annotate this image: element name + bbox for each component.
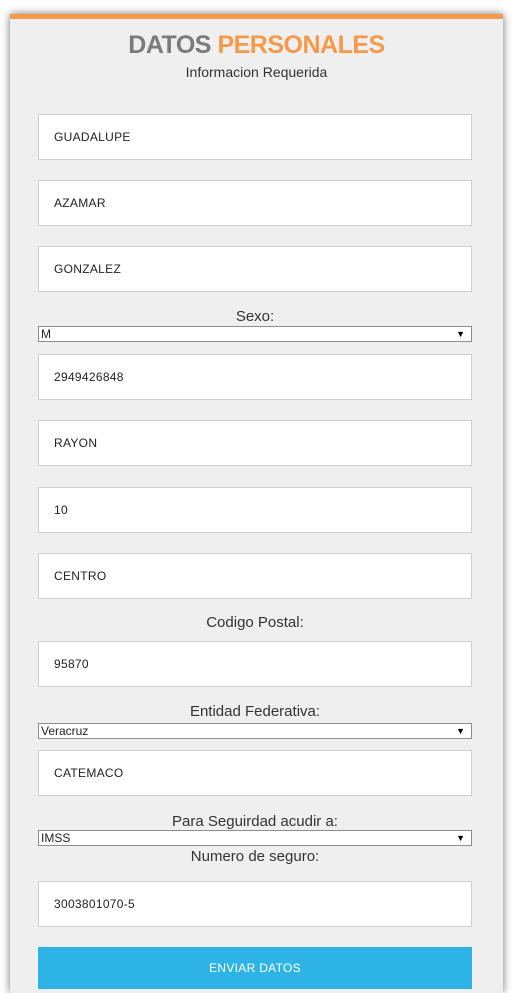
- seguridad-select-value: IMSS: [41, 831, 71, 845]
- enviar-datos-button[interactable]: ENVIAR DATOS: [38, 947, 472, 989]
- entidad-federativa-label: Entidad Federativa:: [189, 703, 321, 720]
- triangle-down-icon: ▼: [456, 833, 465, 843]
- codigo-postal-field[interactable]: 95870: [38, 641, 472, 687]
- seguridad-select[interactable]: IMSS ▼: [38, 830, 472, 846]
- seguridad-label: Para Seguirdad acudir a:: [172, 813, 338, 830]
- title-word-datos: DATOS: [128, 31, 211, 59]
- nombre-field[interactable]: GUADALUPE: [38, 114, 472, 160]
- sexo-select-value: M: [41, 327, 51, 341]
- numero-seguro-label: Numero de seguro:: [190, 848, 320, 865]
- codigo-postal-label: Codigo Postal:: [206, 614, 304, 631]
- telefono-field[interactable]: 2949426848: [38, 354, 472, 400]
- apellido-paterno-field[interactable]: AZAMAR: [38, 180, 472, 226]
- calle-field[interactable]: RAYON: [38, 420, 472, 466]
- entidad-federativa-select[interactable]: Veracruz ▼: [38, 723, 472, 739]
- apellido-materno-field[interactable]: GONZALEZ: [38, 246, 472, 292]
- municipio-field[interactable]: CATEMACO: [38, 750, 472, 796]
- page-title: DATOS PERSONALES: [10, 31, 503, 60]
- numero-seguro-field[interactable]: 3003801070-5: [38, 881, 472, 927]
- title-word-personales: PERSONALES: [217, 31, 385, 59]
- triangle-down-icon: ▼: [456, 329, 465, 339]
- sexo-label: Sexo:: [235, 308, 275, 325]
- page-subtitle: Informacion Requerida: [185, 64, 328, 80]
- triangle-down-icon: ▼: [456, 726, 465, 736]
- numero-field[interactable]: 10: [38, 487, 472, 533]
- sexo-select[interactable]: M ▼: [38, 326, 472, 342]
- colonia-field[interactable]: CENTRO: [38, 553, 472, 599]
- entidad-select-value: Veracruz: [41, 724, 89, 738]
